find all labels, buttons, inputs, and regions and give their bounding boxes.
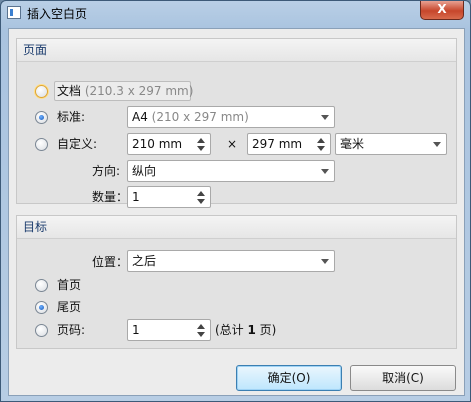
standard-size-value: A4 (210 x 297 mm) — [132, 109, 249, 125]
spin-up-icon[interactable] — [197, 191, 205, 196]
chevron-down-icon — [321, 169, 329, 174]
target-group: 目标 位置： 之后 首页 尾页 页码: 1 (总计 1 页) — [16, 215, 457, 349]
chevron-down-icon — [321, 115, 329, 120]
position-select[interactable]: 之后 — [127, 250, 335, 272]
last-page-radio[interactable] — [35, 301, 48, 314]
spin-up-icon[interactable] — [197, 324, 205, 329]
cancel-button[interactable]: 取消(C) — [350, 365, 456, 391]
position-value: 之后 — [132, 254, 157, 268]
title-bar[interactable]: 插入空白页 X — [1, 1, 470, 25]
orientation-select[interactable]: 纵向 — [127, 160, 335, 182]
dialog-client-area: 页面 文档 (210.3 x 297 mm) 标准: A4 (210 x 297… — [8, 28, 465, 396]
count-label: 数量： — [92, 190, 129, 204]
orientation-value: 纵向 — [132, 164, 157, 178]
page-total-text: (总计 1 页) — [215, 322, 276, 338]
page-group-header: 页面 — [17, 39, 456, 62]
standard-size-radio[interactable] — [35, 111, 48, 124]
ok-button[interactable]: 确定(O) — [236, 365, 342, 391]
unit-select[interactable]: 毫米 — [335, 133, 447, 155]
count-value: 1 — [132, 190, 140, 204]
first-page-label: 首页 — [57, 278, 82, 292]
custom-size-radio[interactable] — [35, 138, 48, 151]
spin-down-icon[interactable] — [197, 146, 205, 151]
standard-size-select[interactable]: A4 (210 x 297 mm) — [127, 106, 335, 128]
custom-size-label: 自定义: — [57, 137, 98, 151]
spin-down-icon[interactable] — [317, 146, 325, 151]
unit-value: 毫米 — [340, 137, 365, 151]
custom-width-spinbox[interactable]: 210 mm — [127, 133, 211, 155]
standard-size-dimensions: (210 x 297 mm) — [151, 110, 249, 124]
document-size-dimensions: (210.3 x 297 mm) — [84, 84, 194, 98]
page-number-value: 1 — [132, 323, 140, 337]
standard-size-name: A4 — [132, 110, 148, 124]
first-page-radio[interactable] — [35, 279, 48, 292]
custom-height-spinbox[interactable]: 297 mm — [247, 133, 331, 155]
chevron-down-icon — [321, 259, 329, 264]
close-button[interactable]: X — [420, 1, 464, 20]
page-number-spinbox[interactable]: 1 — [127, 319, 211, 341]
last-page-label: 尾页 — [57, 300, 82, 314]
page-group: 页面 文档 (210.3 x 297 mm) 标准: A4 (210 x 297… — [16, 38, 457, 208]
orientation-label: 方向: — [92, 164, 121, 178]
count-spinbox[interactable]: 1 — [127, 186, 211, 208]
page-number-radio[interactable] — [35, 324, 48, 337]
document-size-label-text: 文档 — [57, 84, 82, 98]
document-size-radio[interactable] — [35, 85, 48, 98]
window-title: 插入空白页 — [27, 7, 88, 21]
times-symbol: × — [227, 137, 238, 151]
spin-down-icon[interactable] — [197, 332, 205, 337]
spin-down-icon[interactable] — [197, 199, 205, 204]
page-total-prefix: (总计 — [215, 323, 248, 337]
custom-width-value: 210 mm — [132, 137, 183, 151]
spin-up-icon[interactable] — [317, 138, 325, 143]
page-total-count: 1 — [247, 323, 256, 337]
target-group-header: 目标 — [17, 216, 456, 239]
standard-size-label: 标准: — [57, 110, 86, 124]
app-icon — [7, 6, 21, 19]
chevron-down-icon — [433, 142, 441, 147]
spin-up-icon[interactable] — [197, 138, 205, 143]
position-label: 位置： — [92, 255, 129, 269]
custom-height-value: 297 mm — [252, 137, 303, 151]
document-size-label: 文档 (210.3 x 297 mm) — [57, 83, 193, 99]
page-total-suffix: 页) — [255, 323, 277, 337]
dialog-window: 插入空白页 X 页面 文档 (210.3 x 297 mm) 标准: A4 (2… — [0, 0, 471, 402]
page-number-label: 页码: — [57, 323, 86, 337]
